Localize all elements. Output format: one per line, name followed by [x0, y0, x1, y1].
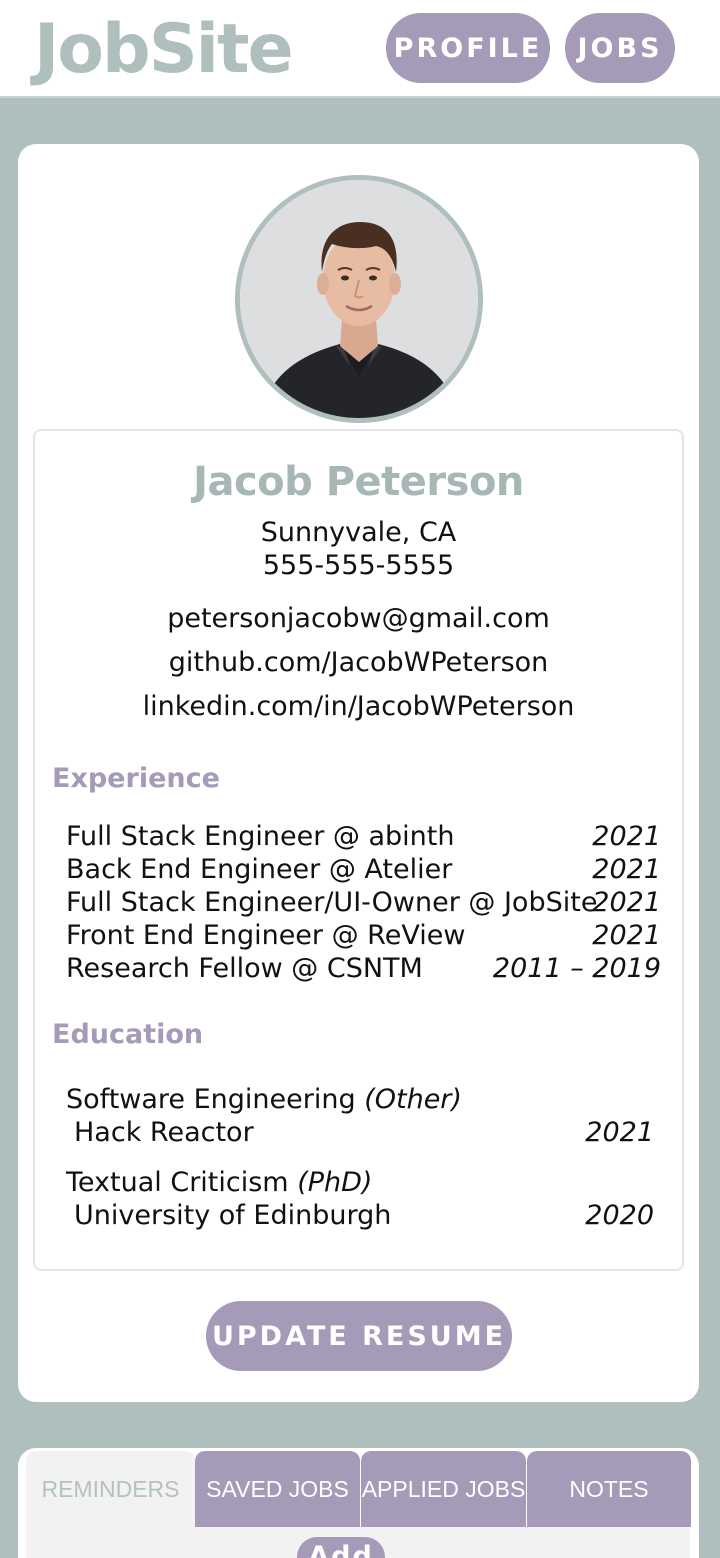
profile-github: github.com/JacobWPeterson	[168, 647, 549, 678]
experience-role: Back End Engineer @ Atelier	[66, 854, 453, 885]
experience-item: Research Fellow @ CSNTM 2011 – 2019	[66, 952, 661, 985]
experience-item: Full Stack Engineer/UI-Owner @ JobSite 2…	[66, 886, 661, 919]
tab-applied-jobs[interactable]: APPLIED JOBS	[361, 1451, 526, 1527]
resume-panel: Jacob Peterson Sunnyvale, CA 555-555-555…	[33, 429, 684, 1271]
experience-heading: Experience	[52, 763, 220, 794]
site-logo[interactable]: JobSite	[34, 8, 294, 92]
tab-saved-jobs[interactable]: SAVED JOBS	[195, 1451, 360, 1527]
education-school: University of Edinburgh	[74, 1200, 392, 1231]
update-resume-button[interactable]: UPDATE RESUME	[206, 1301, 512, 1371]
profile-linkedin: linkedin.com/in/JacobWPeterson	[142, 691, 575, 722]
tab-reminders[interactable]: REMINDERS	[26, 1451, 195, 1527]
education-heading: Education	[52, 1019, 204, 1050]
education-degree: (PhD)	[297, 1167, 373, 1198]
education-field-line: Textual Criticism (PhD)	[66, 1166, 372, 1199]
profile-name: Jacob Peterson	[193, 459, 524, 505]
education-field-row: Textual Criticism (PhD)	[66, 1166, 654, 1199]
experience-item: Full Stack Engineer @ abinth 2021	[66, 820, 661, 853]
education-field: Textual Criticism	[66, 1167, 289, 1198]
education-school-row: Hack Reactor 2021	[66, 1116, 654, 1149]
education-year: 2020	[585, 1200, 654, 1231]
profile-avatar	[235, 175, 483, 423]
education-field-row: Software Engineering (Other)	[66, 1083, 654, 1116]
profile-location: Sunnyvale, CA	[260, 517, 457, 548]
jobs-nav-button[interactable]: JOBS	[565, 13, 675, 83]
profile-email: petersonjacobw@gmail.com	[167, 603, 550, 634]
education-school: Hack Reactor	[74, 1117, 254, 1148]
experience-years: 2021	[592, 854, 661, 885]
education-year: 2021	[585, 1117, 654, 1148]
profile-card: Jacob Peterson Sunnyvale, CA 555-555-555…	[18, 144, 699, 1402]
education-field: Software Engineering	[66, 1084, 356, 1115]
experience-role: Full Stack Engineer @ abinth	[66, 821, 455, 852]
avatar-photo-illustration	[240, 180, 478, 418]
experience-years: 2021	[592, 821, 661, 852]
experience-role: Front End Engineer @ ReView	[66, 920, 466, 951]
education-school-row: University of Edinburgh 2020	[66, 1199, 654, 1232]
top-header: JobSite PROFILE JOBS	[0, 0, 720, 98]
experience-years: 2011 – 2019	[492, 953, 661, 984]
experience-years: 2021	[592, 920, 661, 951]
experience-role: Research Fellow @ CSNTM	[66, 953, 423, 984]
experience-role: Full Stack Engineer/UI-Owner @ JobSite	[66, 887, 598, 918]
add-reminder-button[interactable]: Add	[297, 1537, 385, 1558]
tab-notes[interactable]: NOTES	[527, 1451, 691, 1527]
page: JobSite PROFILE JOBS Jacob Peterson Sunn…	[0, 0, 720, 1558]
experience-years: 2021	[592, 887, 661, 918]
profile-phone: 555-555-5555	[262, 550, 455, 581]
experience-item: Front End Engineer @ ReView 2021	[66, 919, 661, 952]
education-degree: (Other)	[364, 1084, 462, 1115]
profile-nav-button[interactable]: PROFILE	[386, 13, 550, 83]
education-field-line: Software Engineering (Other)	[66, 1083, 462, 1116]
experience-item: Back End Engineer @ Atelier 2021	[66, 853, 661, 886]
